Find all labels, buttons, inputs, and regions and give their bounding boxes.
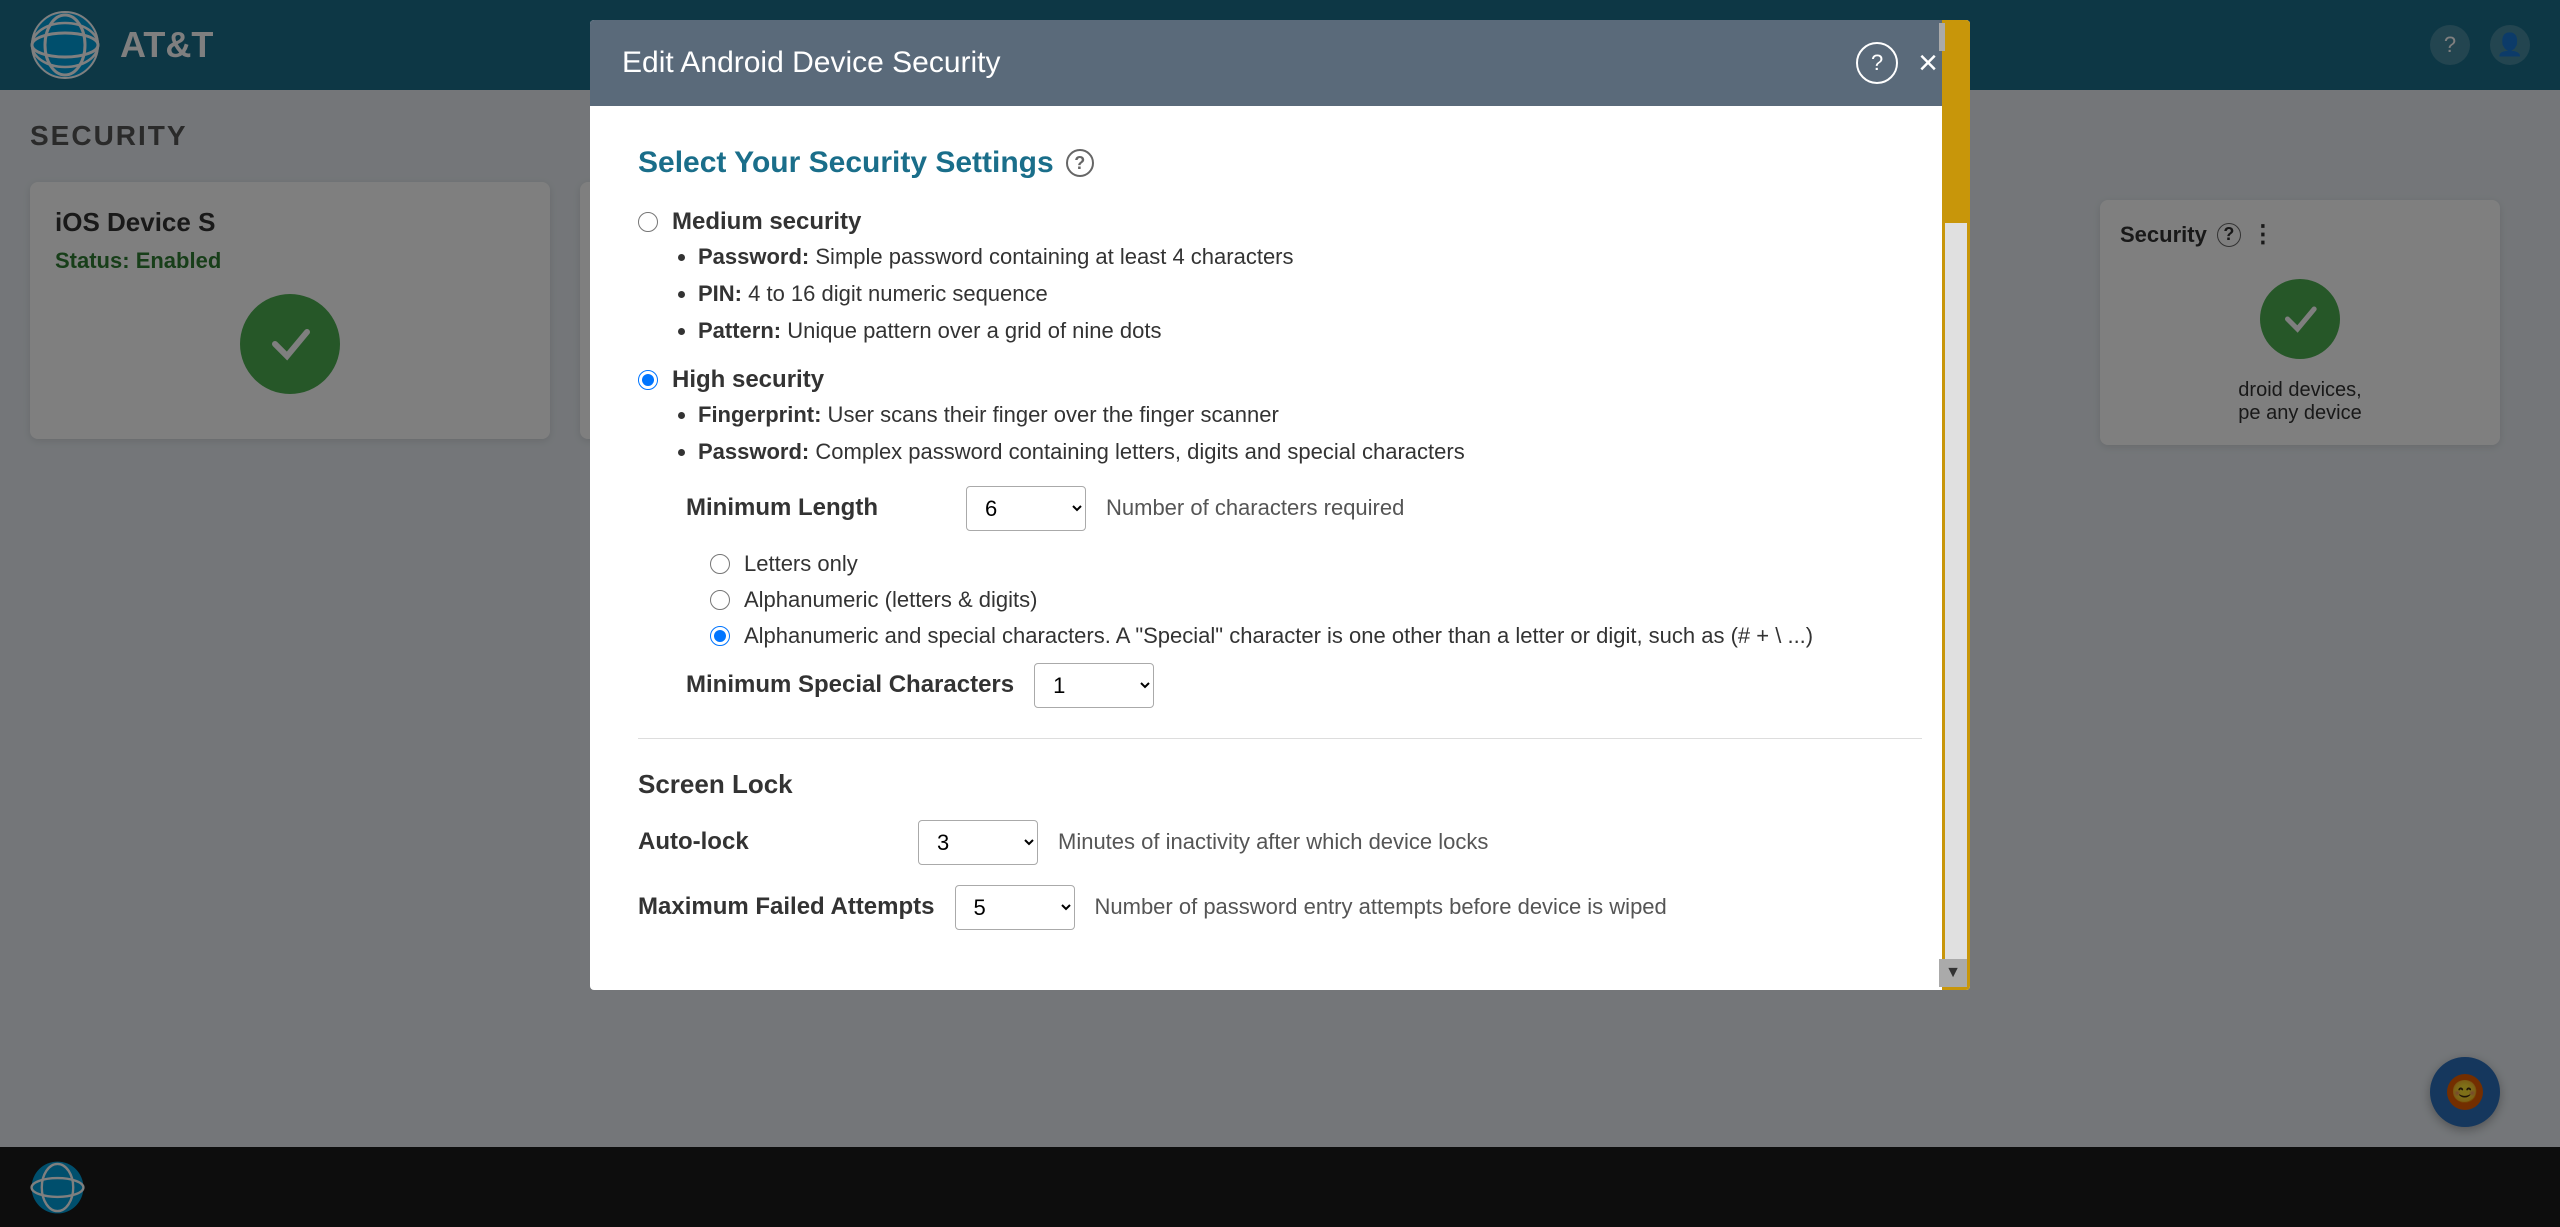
modal-header: Edit Android Device Security ? × [590, 20, 1970, 106]
max-failed-row: Maximum Failed Attempts 3 4 5 6 7 8 10 N… [638, 885, 1922, 930]
min-length-select[interactable]: 4 5 6 7 8 9 10 12 16 [966, 486, 1086, 531]
min-special-row: Minimum Special Characters 0 1 2 3 4 5 [686, 663, 1922, 708]
high-security-group: High security Fingerprint: User scans th… [638, 366, 1922, 708]
min-special-select[interactable]: 0 1 2 3 4 5 [1034, 663, 1154, 708]
alphanumeric-option: Alphanumeric (letters & digits) [710, 587, 1922, 613]
medium-security-bullets: Password: Simple password containing at … [638, 242, 1922, 346]
high-bullet-password: Password: Complex password containing le… [698, 437, 1922, 468]
modal-header-actions: ? × [1856, 42, 1938, 84]
letters-only-label: Letters only [744, 551, 858, 577]
letters-only-radio[interactable] [710, 554, 730, 574]
high-security-radio[interactable] [638, 370, 658, 390]
min-special-label: Minimum Special Characters [686, 671, 1014, 699]
alphanumeric-special-option: Alphanumeric and special characters. A "… [710, 623, 1922, 649]
high-security-subsection: Minimum Length 4 5 6 7 8 9 10 12 16 [638, 486, 1922, 708]
char-type-group: Letters only Alphanumeric (letters & dig… [686, 551, 1922, 649]
high-bullet-fingerprint: Fingerprint: User scans their finger ove… [698, 400, 1922, 431]
auto-lock-hint: Minutes of inactivity after which device… [1058, 829, 1488, 855]
alphanumeric-special-radio[interactable] [710, 626, 730, 646]
medium-security-group: Medium security Password: Simple passwor… [638, 208, 1922, 346]
modal-body: Select Your Security Settings ? Medium s… [590, 106, 1970, 990]
auto-lock-label: Auto-lock [638, 828, 898, 856]
medium-bullet-password: Password: Simple password containing at … [698, 242, 1922, 273]
medium-security-option: Medium security [638, 208, 1922, 236]
modal-title: Edit Android Device Security [622, 46, 1001, 80]
medium-bullet-pattern: Pattern: Unique pattern over a grid of n… [698, 316, 1922, 347]
modal-help-button[interactable]: ? [1856, 42, 1898, 84]
max-failed-select[interactable]: 3 4 5 6 7 8 10 [955, 885, 1075, 930]
modal-scrollbar[interactable]: ▲ ▼ [1942, 20, 1970, 990]
high-security-bullets: Fingerprint: User scans their finger ove… [638, 400, 1922, 468]
alphanumeric-radio[interactable] [710, 590, 730, 610]
section-help-icon[interactable]: ? [1066, 149, 1094, 177]
high-security-option: High security [638, 366, 1922, 394]
alphanumeric-special-label: Alphanumeric and special characters. A "… [744, 623, 1813, 649]
min-length-hint: Number of characters required [1106, 495, 1404, 521]
max-failed-hint: Number of password entry attempts before… [1095, 894, 1667, 920]
modal-dialog: Edit Android Device Security ? × Select … [590, 20, 1970, 990]
letters-only-option: Letters only [710, 551, 1922, 577]
scroll-down-button[interactable]: ▼ [1939, 959, 1967, 987]
auto-lock-row: Auto-lock 1 2 3 4 5 10 15 30 Minutes of … [638, 820, 1922, 865]
medium-security-radio[interactable] [638, 212, 658, 232]
scrollbar-thumb[interactable] [1945, 23, 1967, 223]
max-failed-label: Maximum Failed Attempts [638, 893, 935, 921]
screen-lock-title: Screen Lock [638, 769, 1922, 800]
medium-bullet-pin: PIN: 4 to 16 digit numeric sequence [698, 279, 1922, 310]
section-divider [638, 738, 1922, 739]
medium-security-label: Medium security [672, 208, 861, 236]
modal-close-button[interactable]: × [1918, 46, 1938, 80]
auto-lock-select[interactable]: 1 2 3 4 5 10 15 30 [918, 820, 1038, 865]
min-length-row: Minimum Length 4 5 6 7 8 9 10 12 16 [686, 486, 1922, 531]
min-length-label: Minimum Length [686, 494, 946, 522]
modal-overlay: Edit Android Device Security ? × Select … [0, 0, 2560, 1227]
high-security-label: High security [672, 366, 824, 394]
security-settings-title: Select Your Security Settings ? [638, 146, 1922, 180]
alphanumeric-label: Alphanumeric (letters & digits) [744, 587, 1037, 613]
